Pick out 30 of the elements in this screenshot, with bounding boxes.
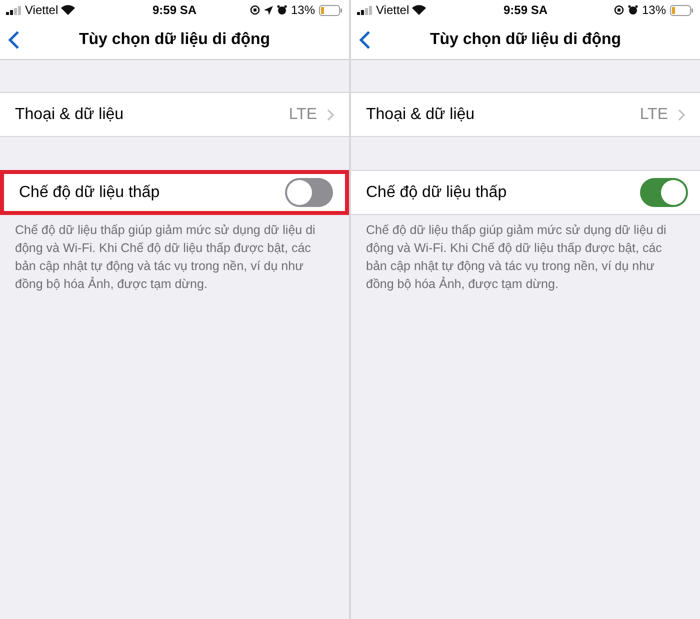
- signal-icon: [357, 6, 373, 14]
- carrier-name: Viettel: [25, 2, 58, 19]
- toggle-switch[interactable]: [285, 178, 333, 207]
- wifi-icon: [61, 5, 76, 15]
- wifi-icon: [412, 5, 426, 15]
- rotation-lock-icon: [250, 5, 260, 15]
- row-label: Chế độ dữ liệu thấp: [18, 182, 160, 202]
- settings-row[interactable]: Thoại & dữ liệu LTE: [351, 92, 700, 137]
- screen-title: Tùy chọn dữ liệu di động: [430, 30, 622, 48]
- alarm-icon: [628, 5, 638, 15]
- battery-icon: [670, 4, 694, 16]
- description-text: Chế độ dữ liệu thấp giúp giảm mức sử dụng dữ liệu di động và Wi-Fi. Khi Chế độ dữ liệu thấp được bật, các bản cập nhật tự động và tác vụ trong nền, ví dụ như đồng bộ hóa Ảnh, được tạm dừng.: [14, 222, 316, 293]
- screen-title: Tùy chọn dữ liệu di động: [78, 30, 270, 48]
- back-icon[interactable]: [8, 30, 20, 50]
- battery-percent: 13%: [290, 2, 315, 19]
- clock-time: 9:59 SA: [152, 2, 197, 19]
- battery-percent: 13%: [642, 2, 666, 19]
- settings-row[interactable]: Thoại & dữ liệu LTE: [0, 92, 349, 137]
- toggle-switch[interactable]: [640, 178, 688, 207]
- rotation-lock-icon: [614, 5, 624, 15]
- alarm-icon: [276, 5, 287, 15]
- row-label: Chế độ dữ liệu thấp: [365, 182, 507, 202]
- description-text: Chế độ dữ liệu thấp giúp giảm mức sử dụng dữ liệu di động và Wi-Fi. Khi Chế độ dữ liệu thấp được bật, các bản cập nhật tự động và tác vụ trong nền, ví dụ như đồng bộ hóa Ảnh, được tạm dừng.: [365, 222, 668, 293]
- back-icon[interactable]: [359, 30, 371, 50]
- chevron-icon: [678, 108, 685, 120]
- carrier-name: Viettel: [376, 2, 410, 19]
- signal-icon: [6, 6, 22, 14]
- clock-time: 9:59 SA: [503, 2, 548, 19]
- chevron-icon: [327, 108, 334, 120]
- battery-icon: [319, 4, 343, 16]
